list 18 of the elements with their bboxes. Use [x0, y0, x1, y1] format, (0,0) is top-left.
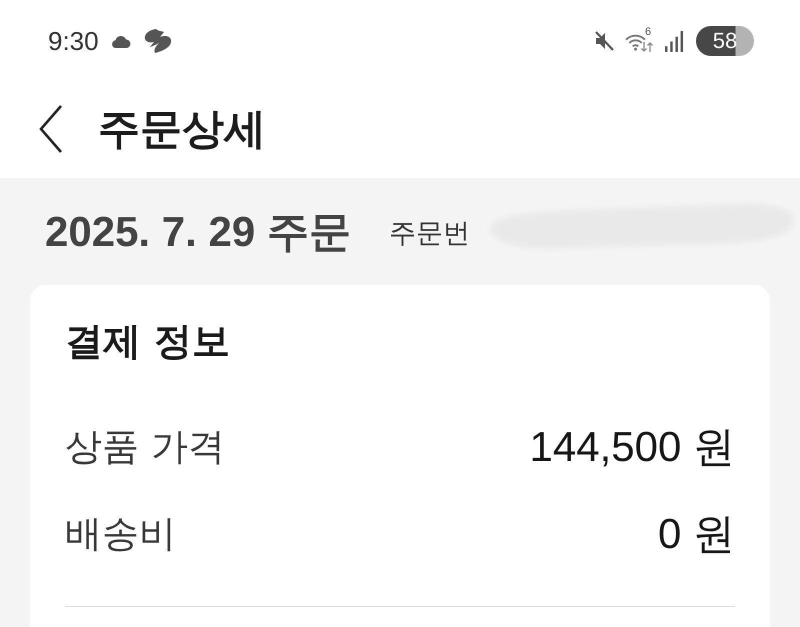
- page-title: 주문상세: [98, 104, 266, 154]
- signal-icon: [665, 30, 684, 52]
- price-label: 상품 가격: [65, 424, 225, 468]
- back-chevron-icon: [39, 105, 63, 153]
- price-value: 0 원: [658, 510, 735, 558]
- card-title: 결제 정보: [65, 319, 230, 363]
- back-button[interactable]: [38, 105, 64, 153]
- order-number-label: 주문번: [388, 216, 470, 250]
- price-value: 144,500 원: [530, 422, 735, 470]
- status-time: 9:30: [48, 26, 99, 56]
- wifi-icon: [625, 34, 646, 51]
- swirl-icon: [142, 29, 173, 53]
- order-date: 2025. 7. 29 주문: [45, 208, 351, 256]
- price-label: 배송비: [65, 512, 176, 556]
- cloud-icon: [110, 34, 131, 48]
- wifi-standard-label: 6: [645, 26, 652, 38]
- mute-icon: [593, 30, 615, 52]
- data-arrows-icon: [641, 42, 653, 52]
